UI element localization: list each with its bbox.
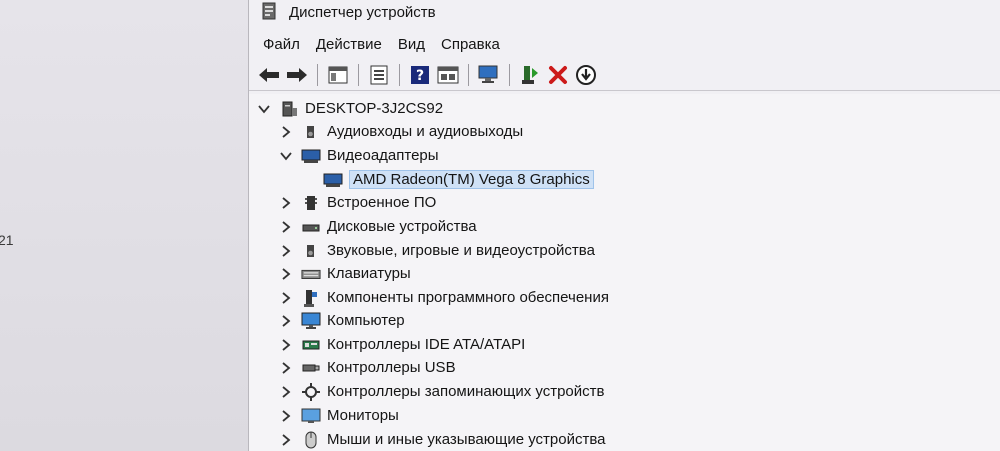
tree-item-label: Компьютер: [327, 312, 405, 329]
device-manager-icon: [261, 2, 279, 22]
usb-icon: [301, 359, 321, 377]
tree-item-label: Мыши и иные указывающие устройства: [327, 431, 606, 448]
tree-item[interactable]: Встроенное ПО: [279, 191, 436, 214]
tree-item-label: Дисковые устройства: [327, 218, 477, 235]
tree-item-label: Контроллеры USB: [327, 359, 456, 376]
disk-drive-icon: [301, 218, 321, 236]
chevron-right-icon[interactable]: [279, 196, 293, 210]
computer-tower-icon: [279, 100, 299, 118]
show-hide-tree-icon[interactable]: [325, 62, 351, 88]
background-window: 21: [0, 0, 248, 451]
menu-view[interactable]: Вид: [390, 34, 433, 58]
help-icon[interactable]: ?: [407, 62, 433, 88]
tree-item[interactable]: Клавиатуры: [279, 262, 411, 285]
tree-item[interactable]: Компоненты программного обеспечения: [279, 286, 609, 309]
toolbar-separator: [317, 64, 318, 86]
tree-item[interactable]: Контроллеры IDE ATA/ATAPI: [279, 333, 525, 356]
screen: 21 Диспетчер устройств Файл Действие Вид…: [0, 0, 1000, 451]
chevron-right-icon[interactable]: [279, 244, 293, 258]
menu-help[interactable]: Справка: [433, 34, 508, 58]
disable-icon[interactable]: [573, 62, 599, 88]
chevron-right-icon[interactable]: [279, 361, 293, 375]
tree-item[interactable]: Звуковые, игровые и видеоустройства: [279, 239, 595, 262]
chevron-right-icon[interactable]: [279, 314, 293, 328]
speaker-icon: [301, 123, 321, 141]
update-driver-icon[interactable]: [517, 62, 543, 88]
tree-item[interactable]: Аудиовходы и аудиовыходы: [279, 120, 523, 143]
tree-item-label: Мониторы: [327, 407, 399, 424]
monitor-icon: [301, 407, 321, 425]
tree-root[interactable]: DESKTOP-3J2CS92: [257, 97, 443, 120]
chevron-right-icon[interactable]: [279, 409, 293, 423]
toolbar-separator: [468, 64, 469, 86]
toolbar-separator: [358, 64, 359, 86]
storage-controller-icon: [301, 382, 321, 401]
display-adapter-icon: [323, 171, 343, 189]
chevron-right-icon[interactable]: [279, 433, 293, 447]
toolbar-separator: [399, 64, 400, 86]
menu-action[interactable]: Действие: [308, 34, 390, 58]
scan-hardware-icon[interactable]: [476, 62, 502, 88]
tree-item[interactable]: Контроллеры запоминающих устройств: [279, 380, 604, 403]
menu-file[interactable]: Файл: [249, 34, 308, 58]
computer-icon: [301, 312, 321, 330]
chevron-right-icon[interactable]: [279, 220, 293, 234]
device-manager-window: Диспетчер устройств Файл Действие Вид Сп…: [248, 0, 1000, 451]
speaker-icon: [301, 242, 321, 260]
tree-item[interactable]: Дисковые устройства: [279, 215, 477, 238]
software-component-icon: [301, 289, 321, 307]
tree-item-label: Звуковые, игровые и видеоустройства: [327, 242, 595, 259]
tree-item-label: Контроллеры запоминающих устройств: [327, 383, 605, 400]
display-adapter-icon: [301, 147, 321, 165]
tree-item[interactable]: Компьютер: [279, 309, 405, 332]
tree-item-label: Аудиовходы и аудиовыходы: [327, 123, 524, 140]
firmware-icon: [301, 194, 321, 212]
tree-item[interactable]: Видеоадаптеры: [279, 144, 439, 167]
tree-item[interactable]: Контроллеры USB: [279, 356, 456, 379]
keyboard-icon: [301, 265, 321, 283]
properties-icon[interactable]: [366, 62, 392, 88]
tree-item-label: Клавиатуры: [327, 265, 411, 282]
background-window-text: 21: [0, 232, 14, 248]
tree-item-label: Видеоадаптеры: [327, 147, 439, 164]
chevron-right-icon[interactable]: [279, 338, 293, 352]
ide-controller-icon: [301, 336, 321, 354]
tree-item[interactable]: Мыши и иные указывающие устройства: [279, 428, 605, 451]
tree-item-label: Компоненты программного обеспечения: [327, 289, 609, 306]
back-arrow-icon[interactable]: [256, 62, 282, 88]
tree-item-label: Встроенное ПО: [327, 194, 437, 211]
tree-root-label: DESKTOP-3J2CS92: [305, 100, 444, 117]
view-icon[interactable]: [435, 62, 461, 88]
tree-item[interactable]: Мониторы: [279, 404, 399, 427]
chevron-right-icon[interactable]: [279, 291, 293, 305]
mouse-icon: [301, 431, 321, 449]
menu-bar: Файл Действие Вид Справка: [249, 34, 1000, 58]
chevron-right-icon[interactable]: [279, 385, 293, 399]
chevron-down-icon[interactable]: [257, 102, 271, 116]
title-bar: Диспетчер устройств: [249, 0, 1000, 30]
toolbar-separator: [509, 64, 510, 86]
tree-item-label-selected: AMD Radeon(TM) Vega 8 Graphics: [349, 170, 594, 189]
svg-text:?: ?: [416, 68, 424, 84]
tree-item-child[interactable]: AMD Radeon(TM) Vega 8 Graphics: [323, 168, 594, 191]
toolbar: ?: [249, 60, 1000, 91]
chevron-right-icon[interactable]: [279, 125, 293, 139]
device-tree: DESKTOP-3J2CS92 Аудиовходы и аудиовыходы: [249, 94, 1000, 451]
forward-arrow-icon[interactable]: [284, 62, 310, 88]
uninstall-icon[interactable]: [545, 62, 571, 88]
tree-item-label: Контроллеры IDE ATA/ATAPI: [327, 336, 526, 353]
window-title: Диспетчер устройств: [289, 4, 436, 21]
chevron-down-icon[interactable]: [279, 149, 293, 163]
chevron-right-icon[interactable]: [279, 267, 293, 281]
